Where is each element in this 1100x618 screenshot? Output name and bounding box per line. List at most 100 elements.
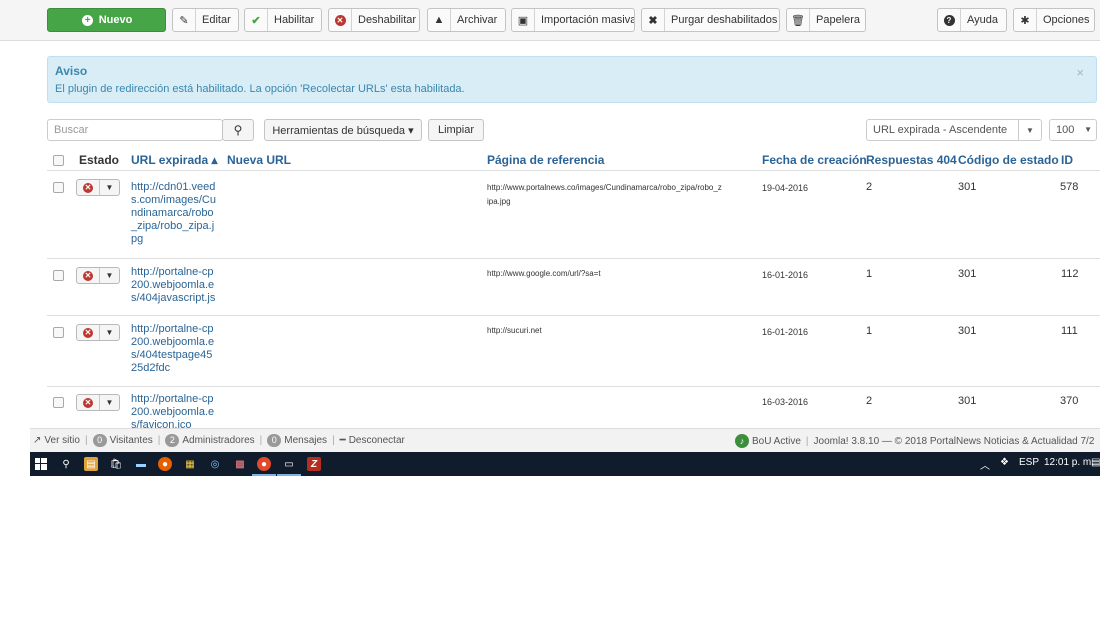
row-checkbox[interactable] [53, 182, 64, 193]
caret-down-icon[interactable]: ▼ [100, 395, 119, 410]
new-button[interactable]: + Nuevo [47, 8, 166, 32]
row-checkbox[interactable] [53, 397, 64, 408]
bou-status[interactable]: BoU Active [752, 436, 801, 447]
messages-count-badge: 0 [267, 434, 282, 447]
header-old-url[interactable]: URL expirada ▴ [131, 153, 218, 167]
store-icon[interactable]: 🛍 [109, 457, 123, 471]
header-referer[interactable]: Página de referencia [487, 153, 604, 167]
messages-link[interactable]: Mensajes [284, 435, 327, 446]
row-checkbox[interactable] [53, 327, 64, 338]
visitors-link[interactable]: Visitantes [110, 435, 153, 446]
hits-count: 2 [866, 395, 873, 407]
filezilla-icon[interactable]: Z [307, 457, 321, 471]
options-button[interactable]: ✱ Opciones [1013, 8, 1095, 32]
header-new-url[interactable]: Nueva URL [227, 153, 291, 167]
calculator-icon[interactable]: ▩ [233, 457, 247, 471]
edit-icon: ✎ [173, 9, 196, 31]
footer-copyright: Joomla! 3.8.10 — © 2018 PortalNews Notic… [813, 435, 1095, 447]
old-url-link[interactable]: http://portalne-cp 200.webjoomla.e s/404… [131, 323, 226, 375]
media-icon[interactable]: ▦ [183, 457, 197, 471]
folder-icon[interactable]: ▬ [134, 457, 148, 471]
firefox-icon[interactable]: ● [158, 457, 172, 471]
status-toggle[interactable]: ✕ ▼ [76, 267, 120, 284]
admin-status-bar: ↗ Ver sitio | 0 Visitantes | 2 Administr… [30, 428, 1100, 453]
edit-button[interactable]: ✎ Editar [172, 8, 239, 32]
archive-icon: ▲ [428, 9, 451, 31]
row-id: 370 [1060, 395, 1079, 407]
clock[interactable]: 12:01 p. m. [1044, 457, 1094, 468]
check-icon: ✔ [245, 9, 268, 31]
view-site-link[interactable]: Ver sitio [44, 435, 80, 446]
header-hits[interactable]: Respuestas 404 [866, 153, 957, 167]
window-icon[interactable]: ▭ [282, 457, 296, 471]
disable-circle-icon: ✕ [329, 9, 352, 31]
clear-button[interactable]: Limpiar [428, 119, 484, 141]
windows-taskbar: ⚲ ▤ 🛍 ▬ ● ▦ ◎ ▩ ● ▭ Z ︿ ❖ ESP 12:01 p. m… [30, 452, 1100, 476]
archive-button[interactable]: ▲ Archivar [427, 8, 506, 32]
purge-disabled-button[interactable]: ✖ Purgar deshabilitados [641, 8, 780, 32]
status-code: 301 [958, 325, 977, 337]
sort-select[interactable]: URL expirada - Ascendente ▼ [866, 119, 1042, 141]
header-created[interactable]: Fecha de creación [762, 153, 867, 167]
caret-down-icon[interactable]: ▼ [100, 325, 119, 340]
hits-count: 1 [866, 268, 873, 280]
search-button[interactable]: ⚲ [222, 119, 254, 141]
caret-down-icon[interactable]: ▼ [100, 268, 119, 283]
status-toggle[interactable]: ✕ ▼ [76, 394, 120, 411]
row-checkbox[interactable] [53, 270, 64, 281]
purge-disabled-button-label: Purgar deshabilitados [671, 14, 778, 26]
archive-button-label: Archivar [457, 14, 498, 26]
row-divider [47, 258, 1100, 259]
enable-button-label: Habilitar [274, 14, 315, 26]
caret-down-icon[interactable]: ▼ [100, 180, 119, 195]
old-url-link[interactable]: http://cdn01.veed s.com/images/Cu ndinam… [131, 181, 226, 246]
header-code[interactable]: Código de estado [958, 153, 1059, 167]
select-all-checkbox[interactable] [53, 155, 64, 166]
network-icon[interactable]: ◎ [208, 457, 222, 471]
row-id: 112 [1061, 268, 1079, 280]
logout-icon: ━ [339, 435, 346, 446]
import-icon: ▣ [512, 9, 535, 31]
created-date: 16-01-2016 [762, 270, 809, 280]
header-status[interactable]: Estado [79, 153, 119, 167]
dropbox-icon[interactable]: ❖ [1000, 457, 1009, 468]
visitors-count-badge: 0 [92, 434, 107, 447]
active-app-indicator [252, 474, 276, 476]
chrome-icon[interactable]: ● [257, 457, 271, 471]
row-id: 578 [1060, 181, 1079, 193]
search-input[interactable]: Buscar [47, 119, 223, 141]
trash-icon: 🗑 [787, 9, 810, 31]
help-button[interactable]: ? Ayuda [937, 8, 1007, 32]
status-toggle[interactable]: ✕ ▼ [76, 324, 120, 341]
logout-link[interactable]: Desconectar [349, 435, 405, 446]
enable-button[interactable]: ✔ Habilitar [244, 8, 322, 32]
language-indicator[interactable]: ESP [1019, 457, 1039, 468]
limit-select[interactable]: 100 ▼ [1049, 119, 1097, 141]
tray-chevron-icon[interactable]: ︿ [980, 457, 990, 472]
status-toggle[interactable]: ✕ ▼ [76, 179, 120, 196]
active-app-indicator [277, 474, 301, 476]
bulk-import-button[interactable]: ▣ Importación masiva [511, 8, 635, 32]
close-icon[interactable]: × [1076, 65, 1084, 80]
disable-button[interactable]: ✕ Deshabilitar [328, 8, 420, 32]
created-date: 16-03-2016 [762, 397, 809, 407]
notice-message: El plugin de redirección está habilitado… [55, 83, 465, 95]
disabled-status-icon: ✕ [77, 180, 100, 195]
trash-button[interactable]: 🗑 Papelera [786, 8, 866, 32]
trash-button-label: Papelera [816, 14, 861, 26]
hits-count: 1 [866, 325, 873, 337]
header-divider [47, 170, 1100, 171]
header-id[interactable]: ID [1061, 153, 1073, 167]
app-icon[interactable]: ▤ [84, 457, 98, 471]
search-tools-button[interactable]: Herramientas de búsqueda ▾ [264, 119, 422, 141]
bou-icon: ♪ [735, 434, 749, 448]
old-url-link[interactable]: http://portalne-cp 200.webjoomla.e s/404… [131, 266, 226, 305]
old-url-link[interactable]: http://portalne-cp 200.webjoomla.e s/fav… [131, 393, 226, 432]
notifications-icon[interactable]: ▤ [1091, 457, 1100, 468]
chevron-down-icon: ▼ [1018, 120, 1041, 140]
row-divider [47, 315, 1100, 316]
windows-start-icon[interactable] [34, 457, 48, 471]
search-icon[interactable]: ⚲ [59, 457, 73, 471]
admins-link[interactable]: Administradores [182, 435, 254, 446]
status-code: 301 [958, 181, 977, 193]
